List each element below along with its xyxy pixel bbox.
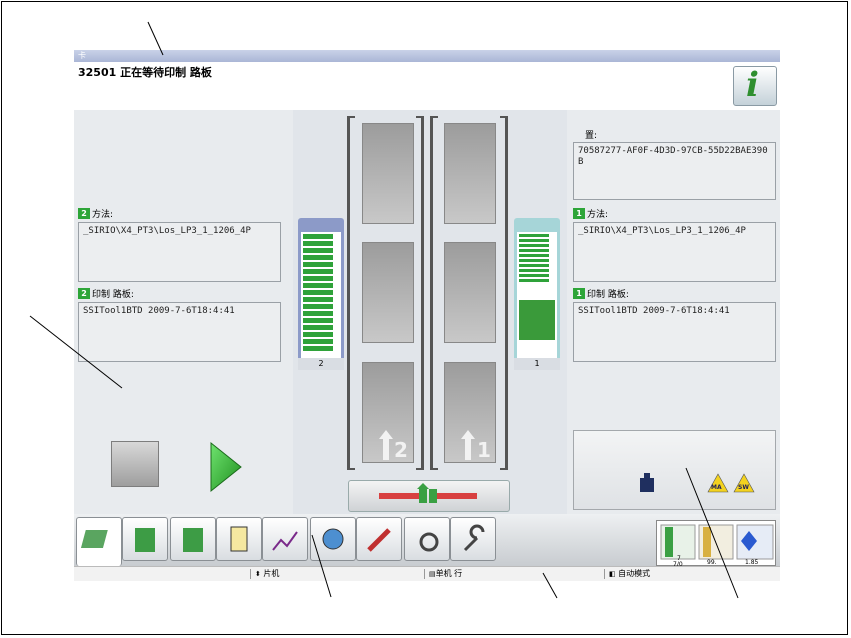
callout-lines bbox=[29, 21, 739, 599]
